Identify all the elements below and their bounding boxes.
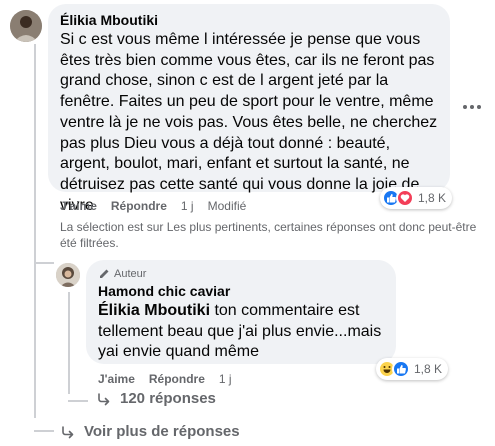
avatar[interactable] <box>10 10 42 42</box>
reply-reactions[interactable]: 1,8 K <box>376 358 449 380</box>
thread-line-reply <box>68 292 70 394</box>
view-more-replies-link[interactable]: Voir plus de réponses <box>60 423 240 440</box>
reply-avatar[interactable] <box>56 263 80 287</box>
reply-arrow-icon <box>96 391 112 407</box>
pencil-icon <box>100 269 109 278</box>
dot-icon <box>477 105 481 109</box>
reply-timestamp[interactable]: 1 j <box>219 372 232 386</box>
thread-line-main <box>34 44 36 418</box>
reply-text: Élikia Mboutiki ton commentaire est tell… <box>98 301 384 363</box>
reply-bubble: Auteur Hamond chic caviar Élikia Mboutik… <box>86 260 396 364</box>
comment-text: Si c est vous même l intéressée je pense… <box>60 31 438 214</box>
reply-actions: J'aime Répondre 1 j <box>98 372 232 386</box>
thread-line-branch-more <box>34 430 54 432</box>
like-reaction-icon <box>392 360 410 378</box>
thread-line-branch-replies <box>68 400 88 402</box>
like-button[interactable]: J'aime <box>60 199 97 213</box>
comment-reactions[interactable]: 1,8 K <box>380 187 453 209</box>
author-badge: Auteur <box>98 268 384 280</box>
reply-arrow-icon <box>60 424 76 440</box>
author-badge-label: Auteur <box>114 268 147 280</box>
comment-bubble: Élikia Mboutiki Si c est vous même l int… <box>48 4 450 214</box>
comment-actions: J'aime Répondre 1 j Modifié <box>60 199 246 213</box>
love-reaction-icon <box>396 189 414 207</box>
reply-button[interactable]: Répondre <box>149 372 205 386</box>
view-replies-label[interactable]: 120 réponses <box>120 390 216 407</box>
dot-icon <box>463 105 467 109</box>
reply-button[interactable]: Répondre <box>111 199 167 213</box>
view-more-label[interactable]: Voir plus de réponses <box>84 423 240 440</box>
reply-author[interactable]: Hamond chic caviar <box>98 283 384 299</box>
dot-icon <box>470 105 474 109</box>
reply-mention[interactable]: Élikia Mboutiki <box>98 302 210 319</box>
more-options-button[interactable] <box>457 92 487 122</box>
filter-notice: La sélection est sur Les plus pertinents… <box>60 220 477 250</box>
view-replies-link[interactable]: 120 réponses <box>96 390 216 407</box>
comment-timestamp[interactable]: 1 j <box>181 199 194 213</box>
edited-label: Modifié <box>207 199 247 213</box>
like-button[interactable]: J'aime <box>98 372 135 386</box>
reply-reaction-count: 1,8 K <box>414 362 443 376</box>
comment-author[interactable]: Élikia Mboutiki <box>60 12 438 28</box>
thread-line-branch-reply <box>34 262 54 264</box>
comment-reaction-count: 1,8 K <box>418 191 447 205</box>
